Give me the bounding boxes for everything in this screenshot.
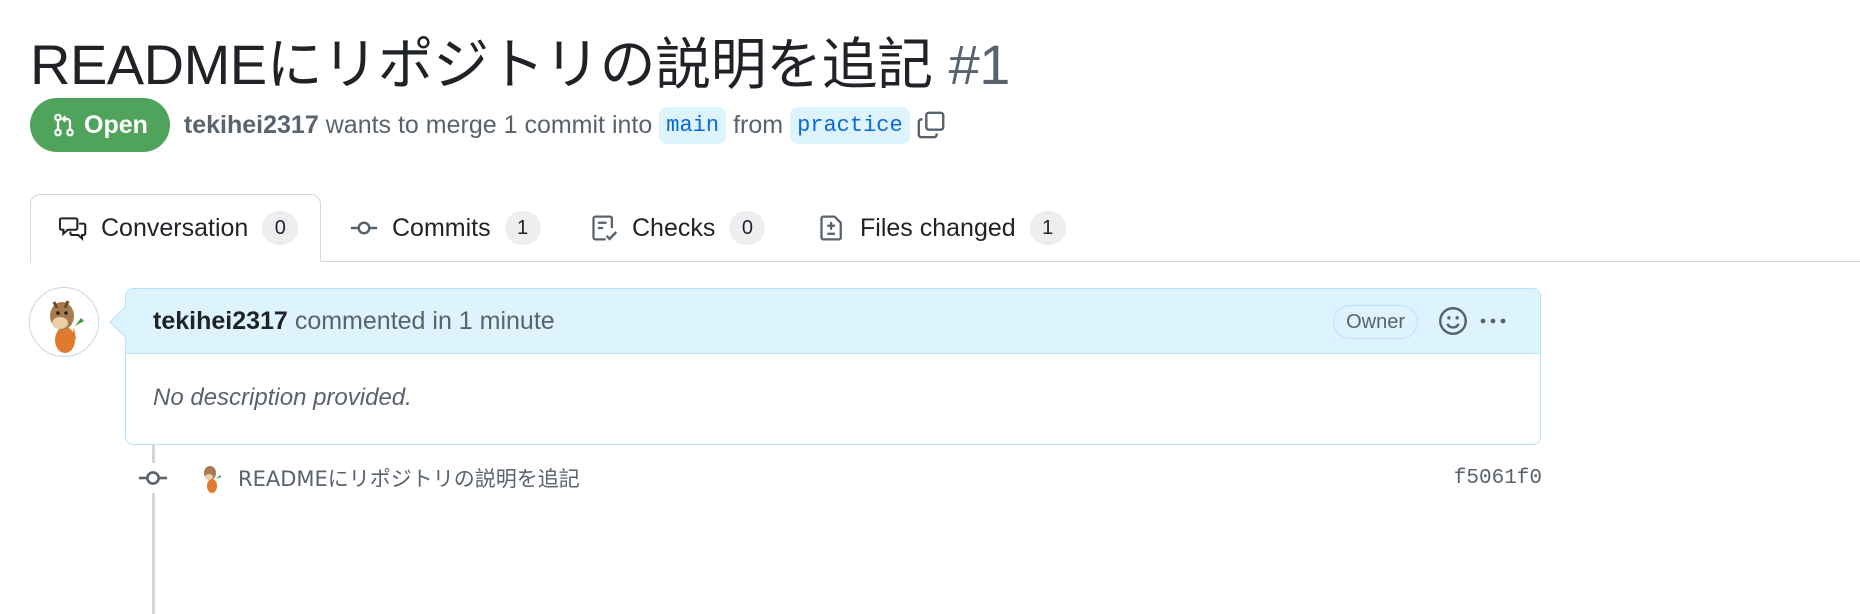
tab-conversation[interactable]: Conversation 0: [30, 194, 321, 262]
commit-author-avatar[interactable]: [198, 461, 226, 495]
tab-conversation-count: 0: [262, 211, 299, 245]
checklist-icon: [592, 215, 618, 241]
pr-title: READMEにリポジトリの説明を追記 #1: [30, 20, 1010, 96]
pr-author-link[interactable]: tekihei2317: [184, 111, 319, 140]
pr-meta: Open tekihei2317 wants to merge 1 commit…: [30, 98, 946, 152]
state-badge: Open: [30, 98, 170, 152]
copy-icon: [917, 111, 945, 139]
owner-badge: Owner: [1333, 305, 1418, 339]
kebab-horizontal-icon: [1480, 318, 1506, 324]
state-label: Open: [84, 110, 148, 139]
tab-commits-count: 1: [504, 211, 541, 245]
comment-box: tekihei2317 commented in 1 minute Owner …: [109, 288, 1541, 445]
pr-number: #1: [948, 33, 1011, 96]
copy-branch-button[interactable]: [916, 110, 946, 140]
commit-sha-link[interactable]: f5061f0: [1454, 467, 1542, 490]
git-pull-request-icon: [54, 113, 74, 137]
pr-title-text: READMEにリポジトリの説明を追記: [30, 33, 933, 96]
git-commit-icon: [350, 221, 378, 235]
from-text: from: [733, 110, 784, 139]
head-branch[interactable]: practice: [790, 106, 910, 144]
tab-conversation-label: Conversation: [101, 213, 249, 242]
file-diff-icon: [820, 215, 842, 241]
avatar-image: [50, 300, 84, 353]
pr-tabs: Conversation 0 Commits 1 Checks 0 Files …: [0, 194, 1860, 262]
tab-files-changed-label: Files changed: [860, 213, 1016, 242]
git-commit-icon: [138, 463, 168, 493]
comment-header: tekihei2317 commented in 1 minute Owner: [126, 289, 1540, 354]
add-reaction-button[interactable]: [1438, 306, 1468, 343]
commit-row: READMEにリポジトリの説明を追記 f5061f0: [138, 458, 1542, 498]
smiley-icon: [1439, 307, 1467, 335]
tab-files-changed-count: 1: [1029, 211, 1066, 245]
comment-action: commented in 1 minute: [294, 306, 555, 335]
comment-discussion-icon: [59, 217, 87, 241]
commit-message-link[interactable]: READMEにリポジトリの説明を追記: [238, 463, 580, 493]
merge-text: wants to merge 1 commit into: [325, 110, 653, 139]
comment-body: No description provided.: [153, 384, 412, 411]
comment-options-button[interactable]: [1478, 309, 1508, 340]
tab-commits-label: Commits: [392, 213, 491, 242]
tab-checks[interactable]: Checks 0: [562, 194, 766, 262]
base-branch[interactable]: main: [659, 106, 727, 144]
tab-checks-count: 0: [729, 211, 766, 245]
tab-files-changed[interactable]: Files changed 1: [790, 194, 1066, 262]
comment-author[interactable]: tekihei2317: [153, 307, 288, 336]
tab-checks-label: Checks: [632, 213, 716, 242]
tab-commits[interactable]: Commits 1: [322, 194, 541, 262]
avatar[interactable]: [29, 287, 99, 357]
